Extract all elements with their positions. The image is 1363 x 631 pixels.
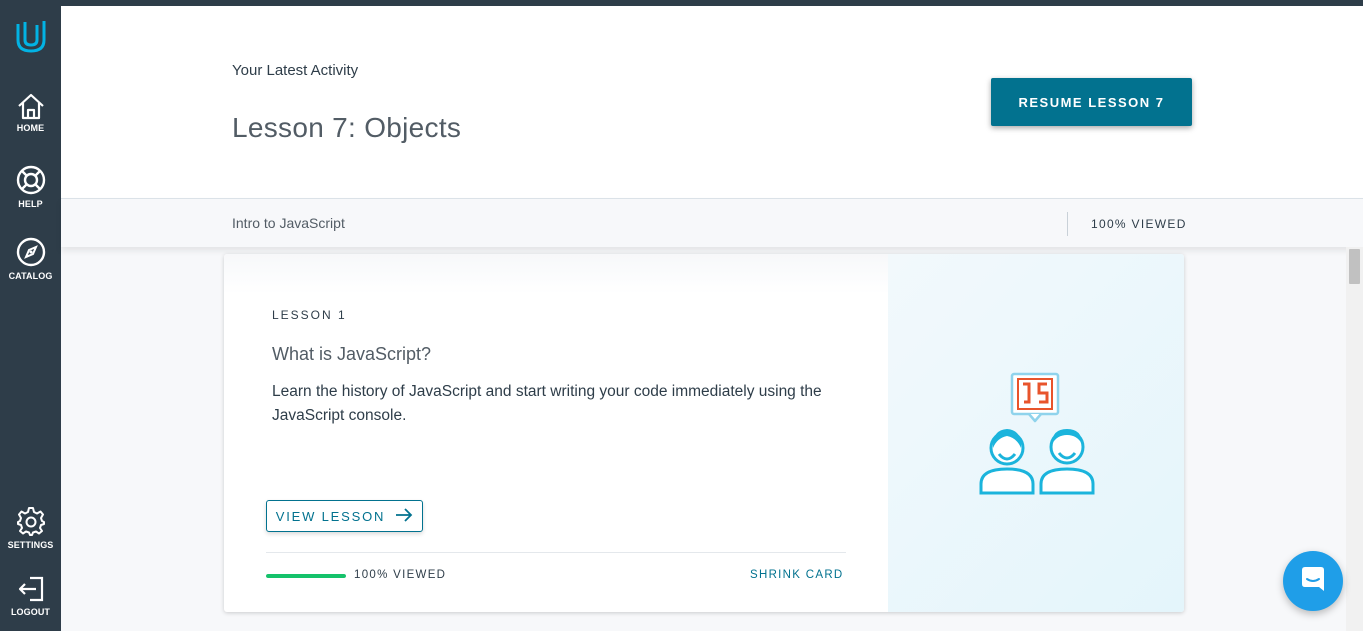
sidebar-item-logout[interactable]: LOGOUT <box>0 574 61 617</box>
lesson-number: LESSON 1 <box>272 308 347 322</box>
sidebar-item-label: LOGOUT <box>10 607 51 617</box>
sidebar-item-label: HELP <box>18 199 43 209</box>
page-title: Lesson 7: Objects <box>232 112 462 143</box>
chat-launcher-button[interactable] <box>1283 551 1343 611</box>
lesson-description: Learn the history of JavaScript and star… <box>272 383 822 424</box>
sidebar-item-label: SETTINGS <box>7 540 54 550</box>
compass-icon <box>15 236 47 268</box>
view-lesson-button[interactable]: VIEW LESSON <box>266 500 423 532</box>
lesson-viewed-status: 100% VIEWED <box>354 569 447 581</box>
lifebuoy-icon <box>15 164 47 196</box>
latest-activity-header: Your Latest Activity Lesson 7: Objects R… <box>61 6 1363 198</box>
udacity-logo-icon[interactable] <box>14 18 48 56</box>
sidebar-item-label: CATALOG <box>8 271 53 281</box>
sidebar-item-label: HOME <box>16 123 45 133</box>
lesson-title: What is JavaScript? <box>272 344 432 364</box>
course-name[interactable]: Intro to JavaScript <box>232 215 345 231</box>
activity-label: Your Latest Activity <box>232 62 359 79</box>
card-fade <box>224 254 888 294</box>
scrollbar-thumb[interactable] <box>1349 249 1360 284</box>
home-icon <box>16 92 46 120</box>
progress-fill <box>266 574 346 578</box>
view-lesson-label: VIEW LESSON <box>275 508 386 524</box>
shrink-card-link[interactable]: SHRINK CARD <box>750 569 844 581</box>
gear-icon <box>15 505 47 537</box>
javascript-people-illustration <box>977 372 1097 502</box>
course-viewed-status: 100% VIEWED <box>1091 217 1187 231</box>
lesson-card: LESSON 1 What is JavaScript? Learn the h… <box>224 254 1184 612</box>
sidebar-item-catalog[interactable]: CATALOG <box>0 236 61 281</box>
sidebar: HOME HELP CATALOG SETTINGS LOGOUT <box>0 6 61 631</box>
arrow-right-icon <box>395 507 413 525</box>
resume-lesson-button[interactable]: RESUME LESSON 7 <box>991 78 1192 126</box>
lesson-illustration-panel <box>888 254 1184 612</box>
sidebar-item-help[interactable]: HELP <box>0 164 61 209</box>
lesson-progress-bar <box>266 574 346 578</box>
course-progress-bar: Intro to JavaScript 100% VIEWED <box>61 198 1363 247</box>
scrollbar[interactable] <box>1346 247 1363 631</box>
sidebar-item-home[interactable]: HOME <box>0 92 61 133</box>
chat-icon <box>1298 564 1328 599</box>
divider <box>1067 212 1068 236</box>
divider <box>266 552 846 553</box>
logout-icon <box>16 574 46 604</box>
sidebar-item-settings[interactable]: SETTINGS <box>0 505 61 550</box>
